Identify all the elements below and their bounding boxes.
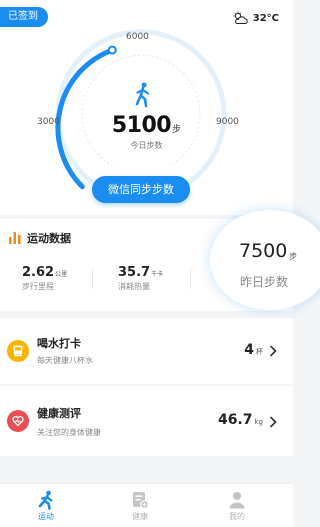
tab-sport-label: 运动: [38, 512, 54, 521]
cup-icon: [7, 340, 29, 362]
today-steps: 5100步: [0, 113, 293, 138]
calories-label: 消耗热量: [118, 282, 150, 291]
running-icon: [38, 490, 53, 510]
calories-value: 35.7: [118, 265, 151, 280]
bottom-tab-bar: 运动 健康 我的: [0, 483, 293, 527]
tab-sport[interactable]: 运动: [26, 490, 66, 522]
distance-unit: 公里: [55, 271, 68, 278]
calories-unit: 千卡: [151, 271, 164, 278]
distance-label: 步行里程: [22, 282, 54, 291]
today-steps-value: 5100: [111, 113, 172, 138]
calories-stat: 35.7千卡 消耗热量: [118, 261, 164, 291]
today-steps-unit: 步: [172, 125, 182, 135]
water-checkin-row[interactable]: 喝水打卡 每天健康八杯水 4杯: [0, 318, 293, 384]
health-subtitle: 关注您的身体健康: [37, 428, 101, 437]
health-report-icon: [133, 492, 149, 509]
weight-value: 46.7: [217, 412, 253, 428]
sport-data-title: 运动数据: [27, 232, 71, 245]
stat-divider: [92, 269, 93, 289]
health-assessment-row[interactable]: 健康测评 关注您的身体健康 46.7 kg: [0, 386, 293, 456]
tab-mine[interactable]: 我的: [217, 490, 257, 522]
user-icon: [229, 492, 245, 509]
water-subtitle: 每天健康八杯水: [37, 356, 93, 365]
yesterday-steps-value: 7500: [239, 240, 288, 262]
tab-mine-label: 我的: [229, 512, 245, 521]
water-count: 4杯: [244, 342, 263, 358]
tab-health-label: 健康: [132, 512, 148, 521]
tab-health[interactable]: 健康: [120, 490, 160, 522]
wechat-sync-button[interactable]: 微信同步步数: [92, 176, 190, 203]
chevron-right-icon[interactable]: [269, 345, 277, 357]
health-title: 健康测评: [37, 407, 81, 420]
step-header-panel: 已签到 32°C 6000 3000 9000 5100步 今日步数 微信同步步…: [0, 0, 293, 215]
distance-stat: 2.62公里 步行里程: [22, 261, 68, 291]
yesterday-steps-label: 昨日步数: [240, 275, 289, 289]
yesterday-steps-unit: 步: [289, 252, 297, 261]
gauge-knob: [107, 45, 117, 55]
water-count-unit: 杯: [256, 348, 263, 356]
sport-data-header: 运动数据: [9, 230, 71, 246]
tick-6000: 6000: [126, 32, 149, 42]
walking-icon: [135, 82, 150, 108]
weight-unit: kg: [254, 418, 264, 426]
gauge-track: [55, 29, 227, 190]
chevron-right-icon[interactable]: [269, 416, 277, 428]
water-count-value: 4: [244, 342, 254, 358]
stat-divider: [190, 269, 191, 289]
weight-display: 46.7 kg: [218, 412, 263, 428]
today-steps-caption: 今日步数: [130, 141, 163, 150]
water-title: 喝水打卡: [37, 337, 81, 350]
distance-value: 2.62: [22, 265, 55, 280]
bar-chart-icon: [9, 232, 21, 244]
heart-icon: [7, 410, 29, 432]
